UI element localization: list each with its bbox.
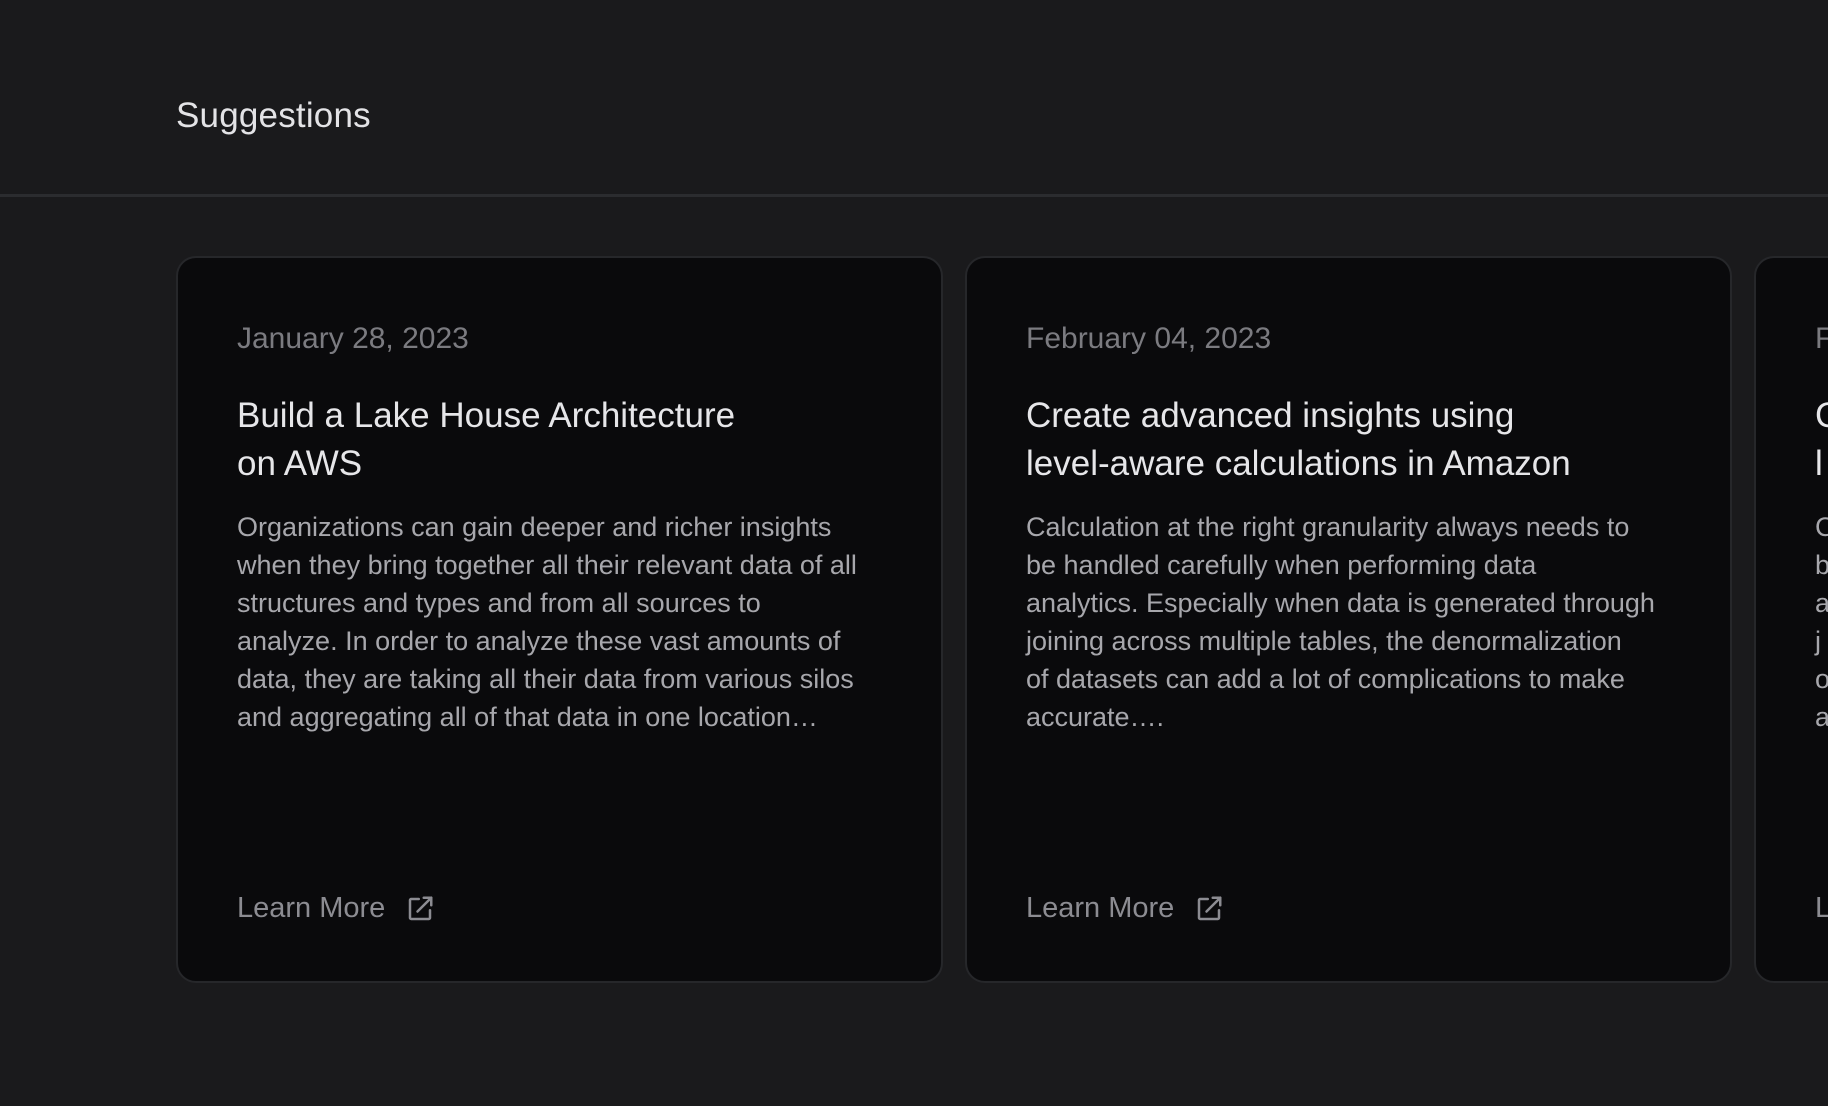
learn-more-link[interactable]: L xyxy=(1815,892,1828,925)
card-description-line: when they bring together all their relev… xyxy=(237,550,857,580)
card-date: January 28, 2023 xyxy=(237,322,469,355)
suggestions-carousel[interactable]: January 28, 2023 Build a Lake House Arch… xyxy=(0,256,1828,984)
learn-more-label: L xyxy=(1815,892,1828,924)
card-description: C b a j o a xyxy=(1815,508,1828,736)
card-description-line: structures and types and from all source… xyxy=(237,588,761,618)
suggestion-card: February 04, 2023 Create advanced insigh… xyxy=(965,256,1732,983)
learn-more-label: Learn More xyxy=(1026,892,1175,924)
card-description-line: accurate…. xyxy=(1026,702,1165,732)
card-description-line: o xyxy=(1815,664,1828,694)
card-title-line: level-aware calculations in Amazon xyxy=(1026,444,1571,483)
learn-more-label: Learn More xyxy=(237,892,386,924)
card-title-line: Create advanced insights using xyxy=(1026,396,1515,435)
card-description-line: j xyxy=(1815,626,1821,656)
card-title-line: l xyxy=(1815,444,1823,483)
card-description-line: analyze. In order to analyze these vast … xyxy=(237,626,841,656)
card-description: Organizations can gain deeper and richer… xyxy=(237,508,887,736)
card-description-line: of datasets can add a lot of complicatio… xyxy=(1026,664,1625,694)
external-link-icon xyxy=(409,896,433,920)
suggestion-card: F C l C b a j o a L xyxy=(1754,256,1828,983)
card-date: February 04, 2023 xyxy=(1026,322,1272,355)
external-link-icon xyxy=(1198,896,1222,920)
learn-more-link[interactable]: Learn More xyxy=(237,892,435,925)
card-title: Create advanced insights using level-awa… xyxy=(1026,392,1626,488)
card-date: F xyxy=(1815,322,1828,355)
learn-more-link[interactable]: Learn More xyxy=(1026,892,1224,925)
card-description-line: Calculation at the right granularity alw… xyxy=(1026,512,1630,542)
card-description-line: joining across multiple tables, the deno… xyxy=(1026,626,1622,656)
card-description-line: Organizations can gain deeper and richer… xyxy=(237,512,832,542)
card-description-line: a xyxy=(1815,588,1828,618)
card-description-line: data, they are taking all their data fro… xyxy=(237,664,854,694)
card-description-line: and aggregating all of that data in one … xyxy=(237,702,818,732)
card-title: Build a Lake House Architecture on AWS xyxy=(237,392,837,488)
card-title: C l xyxy=(1815,392,1828,488)
card-description-line: C xyxy=(1815,512,1828,542)
card-description-line: be handled carefully when performing dat… xyxy=(1026,550,1537,580)
page-header: Suggestions xyxy=(0,0,1828,197)
suggestion-card: January 28, 2023 Build a Lake House Arch… xyxy=(176,256,943,983)
card-title-line: on AWS xyxy=(237,444,363,483)
card-description: Calculation at the right granularity alw… xyxy=(1026,508,1676,736)
suggestions-track: January 28, 2023 Build a Lake House Arch… xyxy=(176,256,1828,983)
page-title: Suggestions xyxy=(176,96,371,135)
card-description-line: a xyxy=(1815,702,1828,732)
card-description-line: b xyxy=(1815,550,1828,580)
card-title-line: C xyxy=(1815,396,1828,435)
card-title-line: Build a Lake House Architecture xyxy=(237,396,736,435)
card-description-line: analytics. Especially when data is gener… xyxy=(1026,588,1655,618)
